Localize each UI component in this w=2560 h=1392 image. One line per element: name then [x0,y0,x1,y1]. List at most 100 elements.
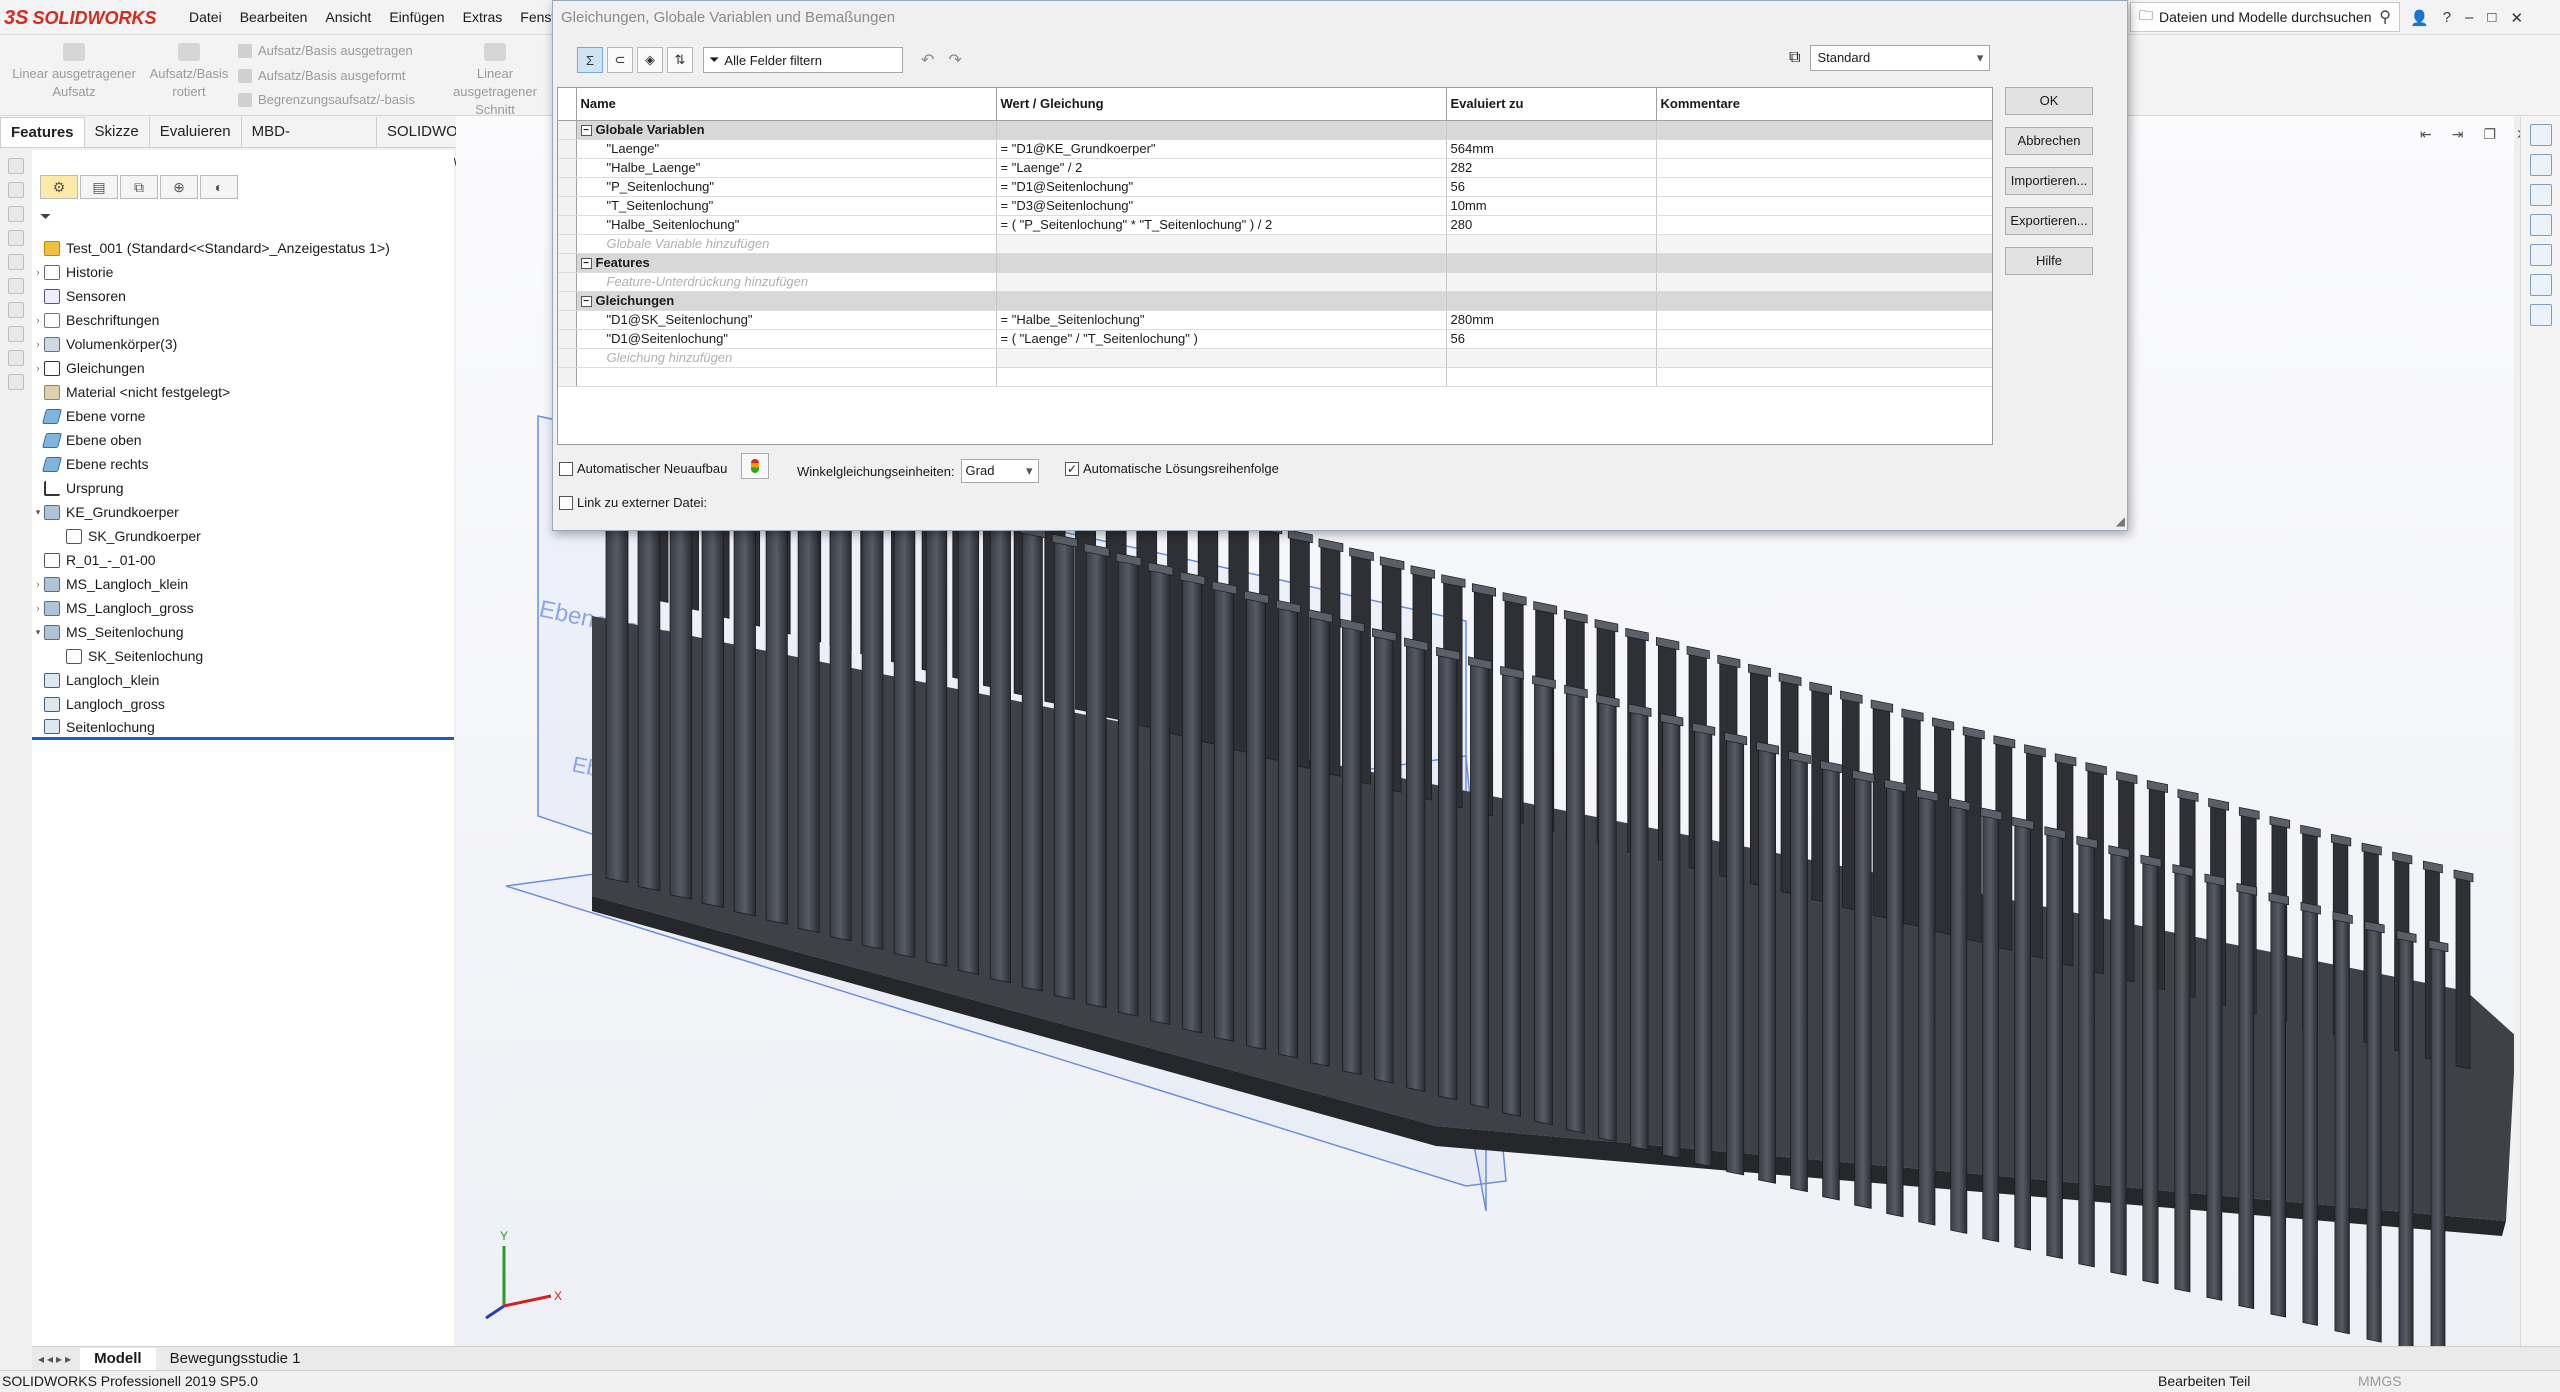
feature-tree-icon[interactable]: ⚙ [40,175,78,199]
resources-icon[interactable] [2530,154,2552,176]
copy-icon[interactable] [8,158,24,174]
sketch-equation-view-button[interactable]: ⊂ [607,47,633,73]
tree-item[interactable]: › Beschriftungen [32,308,454,332]
col-comments[interactable]: Kommentare [1656,88,1992,121]
add-row-label[interactable]: Globale Variable hinzufügen [576,234,997,254]
equation-row[interactable]: "D1@Seitenlochung" = ( "Laenge" / "T_Seit… [558,329,1992,349]
solidworks-logo[interactable]: 3S SOLIDWORKS [4,2,156,34]
copy-icon[interactable] [8,182,24,198]
comment-cell[interactable] [1656,329,1992,349]
tree-item[interactable]: › MS_Langloch_klein [32,572,454,596]
expand-toggle-icon[interactable]: ▾ [32,620,44,644]
tree-item[interactable]: ▾ KE_Grundkoerper [32,500,454,524]
collapse-icon[interactable]: − [580,125,592,137]
search-box[interactable]: 🗀 Dateien und Modelle durchsuchen ⚲ [2130,2,2400,32]
comment-cell[interactable] [1656,177,1992,197]
add-row-label[interactable]: Feature-Unterdrückung hinzufügen [576,272,997,292]
expand-toggle-icon[interactable]: › [32,356,44,380]
tree-item[interactable]: SK_Seitenlochung [32,644,454,668]
name-cell[interactable]: "D1@Seitenlochung" [576,329,997,349]
value-cell[interactable]: = ( "Laenge" / "T_Seitenlochung" ) [996,329,1447,349]
col-evaluated[interactable]: Evaluiert zu [1446,88,1657,121]
auto-solve-checkbox[interactable]: ✓ Automatische Lösungsreihenfolge [1065,461,1279,476]
ordered-view-button[interactable]: ⇅ [667,47,693,73]
equation-row[interactable]: "P_Seitenlochung" = "D1@Seitenlochung" 56 [558,177,1992,197]
tab-motion-study[interactable]: Bewegungsstudie 1 [156,1348,315,1370]
undo-redo-icons[interactable]: ↶↷ [921,50,976,70]
help-button[interactable]: ? [2443,9,2451,26]
value-cell[interactable]: = "Laenge" / 2 [996,158,1447,178]
tab-model[interactable]: Modell [80,1347,156,1370]
auto-rebuild-checkbox[interactable]: Automatischer Neuaufbau [559,461,727,476]
import-button[interactable]: Importieren... [2005,167,2093,195]
tree-item[interactable]: R_01_-_01-00 [32,548,454,572]
boss-extrude-button[interactable]: Linear ausgetragener Aufsatz [8,43,140,101]
menu-einfuegen[interactable]: Einfügen [380,0,453,35]
loft-button[interactable]: Aufsatz/Basis ausgeformt [238,68,405,83]
tree-item[interactable]: Sensoren [32,284,454,308]
equation-view-button[interactable]: Σ [577,47,603,73]
export-button[interactable]: Exportieren... [2005,207,2093,235]
comment-cell[interactable] [1656,196,1992,216]
copy-icon[interactable] [8,326,24,342]
add-row[interactable]: Globale Variable hinzufügen [558,234,1992,254]
copy-icon[interactable] [8,230,24,246]
comment-cell[interactable] [1656,215,1992,235]
next-icon[interactable]: ⇥ [2452,126,2464,143]
equation-row[interactable]: "Halbe_Laenge" = "Laenge" / 2 282 [558,158,1992,178]
comment-cell[interactable] [1656,139,1992,159]
design-library-icon[interactable] [2530,184,2552,206]
section-row[interactable]: − Features [558,253,1992,273]
tree-item[interactable]: › Gleichungen [32,356,454,380]
units-text[interactable]: MMGS [2358,1371,2402,1392]
property-manager-icon[interactable]: ▤ [80,175,118,199]
menu-bearbeiten[interactable]: Bearbeiten [231,0,317,35]
tree-item[interactable]: Material <nicht festgelegt> [32,380,454,404]
add-row-label[interactable]: Gleichung hinzufügen [576,348,997,368]
resize-grip-icon[interactable]: ◢ [2116,514,2125,528]
tab-navigation-icon[interactable]: ◂◂▸▸ [32,1352,80,1366]
collapse-icon[interactable]: − [580,258,592,270]
tree-item[interactable]: › Historie [32,260,454,284]
tab-features[interactable]: Features [0,117,85,147]
tree-item[interactable]: Ebene rechts [32,452,454,476]
tree-item[interactable]: Langloch_gross [32,692,454,716]
comment-cell[interactable] [1656,310,1992,330]
copy-icon[interactable] [8,374,24,390]
equation-row[interactable]: "Halbe_Seitenlochung" = ( "P_Seitenlochun… [558,215,1992,235]
home-icon[interactable] [2530,124,2552,146]
copy-icon[interactable] [8,278,24,294]
copy-icon[interactable] [8,350,24,366]
name-cell[interactable]: "T_Seitenlochung" [576,196,997,216]
cancel-button[interactable]: Abbrechen [2005,127,2093,155]
col-name[interactable]: Name [576,88,997,121]
name-cell[interactable]: "Halbe_Seitenlochung" [576,215,997,235]
sweep-button[interactable]: Aufsatz/Basis ausgetragen [238,43,413,58]
tree-item[interactable]: › MS_Langloch_gross [32,596,454,620]
help-button[interactable]: Hilfe [2005,247,2093,275]
configuration-select[interactable]: Standard [1810,45,1991,71]
section-row[interactable]: − Globale Variablen [558,120,1992,140]
dimxpert-icon[interactable]: ⊕ [160,175,198,199]
expand-toggle-icon[interactable]: › [32,332,44,356]
value-cell[interactable]: = "D1@Seitenlochung" [996,177,1447,197]
dimension-view-button[interactable]: ◈ [637,47,663,73]
name-cell[interactable]: "P_Seitenlochung" [576,177,997,197]
tree-item[interactable]: Seitenlochung [32,716,454,740]
comment-cell[interactable] [1656,158,1992,178]
tab-mbd[interactable]: MBD-Dimensionen [242,117,377,170]
tab-evaluieren[interactable]: Evaluieren [150,117,242,147]
name-cell[interactable]: "Laenge" [576,139,997,159]
tree-item[interactable]: Ebene vorne [32,404,454,428]
boundary-button[interactable]: Begrenzungsaufsatz/-basis [238,92,415,107]
appearance-icon[interactable] [2530,244,2552,266]
tree-item[interactable]: Ursprung [32,476,454,500]
copy-icon[interactable] [8,206,24,222]
configuration-manager-icon[interactable]: ⧉ [120,175,158,199]
tree-item[interactable]: SK_Grundkoerper [32,524,454,548]
properties-icon[interactable] [2530,274,2552,296]
equation-row[interactable]: "T_Seitenlochung" = "D3@Seitenlochung" 10m… [558,196,1992,216]
angle-units-select[interactable]: Grad [960,459,1039,483]
filter-icon[interactable]: ⏷ [40,208,51,225]
restore-icon[interactable]: ⇤ [2420,126,2432,143]
